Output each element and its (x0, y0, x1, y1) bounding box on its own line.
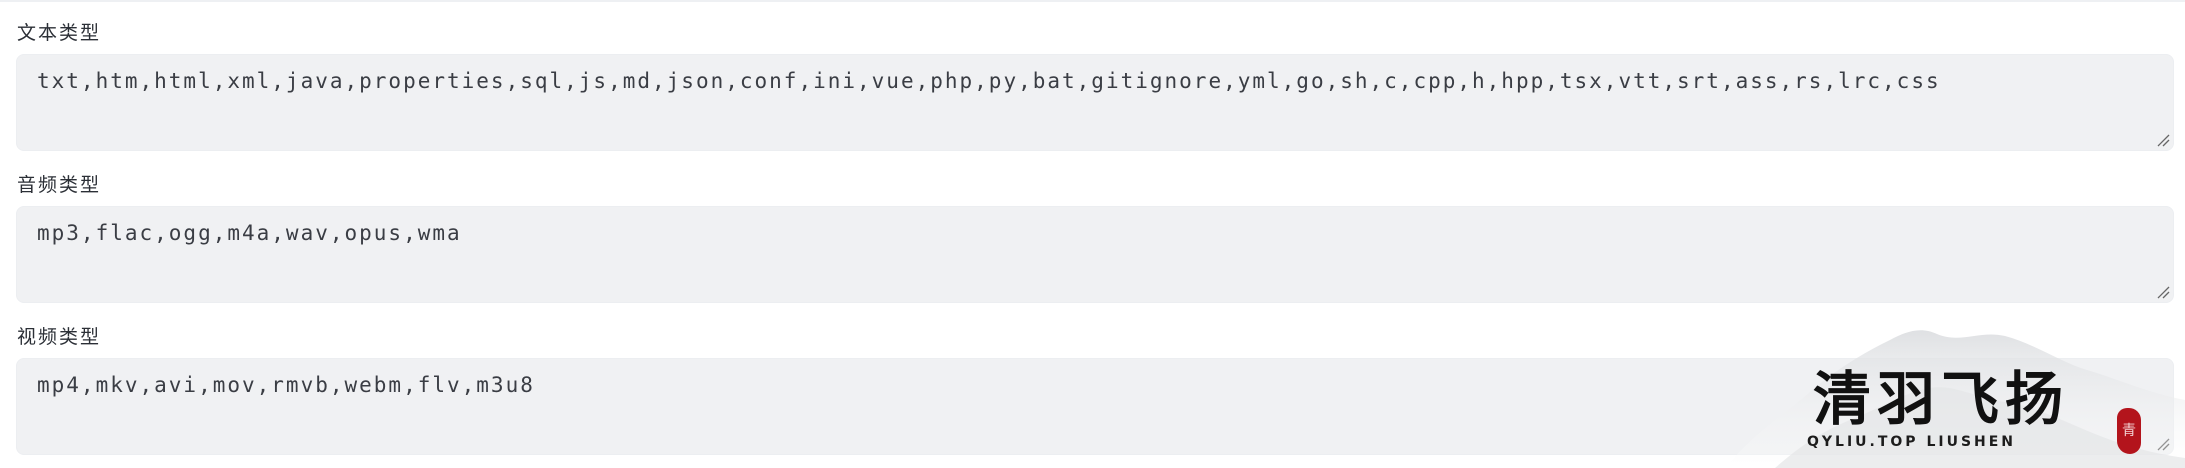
resize-handle-icon[interactable] (2156, 133, 2170, 147)
text-types-textarea[interactable]: txt,htm,html,xml,java,properties,sql,js,… (16, 54, 2174, 151)
top-divider (0, 0, 2185, 2)
audio-types-value: mp3,flac,ogg,m4a,wav,opus,wma (37, 221, 462, 245)
audio-types-label: 音频类型 (17, 174, 102, 196)
text-types-value: txt,htm,html,xml,java,properties,sql,js,… (37, 69, 1941, 93)
video-types-textarea[interactable]: mp4,mkv,avi,mov,rmvb,webm,flv,m3u8 (16, 358, 2174, 455)
resize-handle-icon[interactable] (2156, 285, 2170, 299)
text-types-label: 文本类型 (17, 22, 102, 44)
settings-form: 文本类型 txt,htm,html,xml,java,properties,sq… (0, 0, 2185, 468)
video-types-value: mp4,mkv,avi,mov,rmvb,webm,flv,m3u8 (37, 373, 535, 397)
video-types-label: 视频类型 (17, 326, 102, 348)
resize-handle-icon[interactable] (2156, 437, 2170, 451)
audio-types-textarea[interactable]: mp3,flac,ogg,m4a,wav,opus,wma (16, 206, 2174, 303)
